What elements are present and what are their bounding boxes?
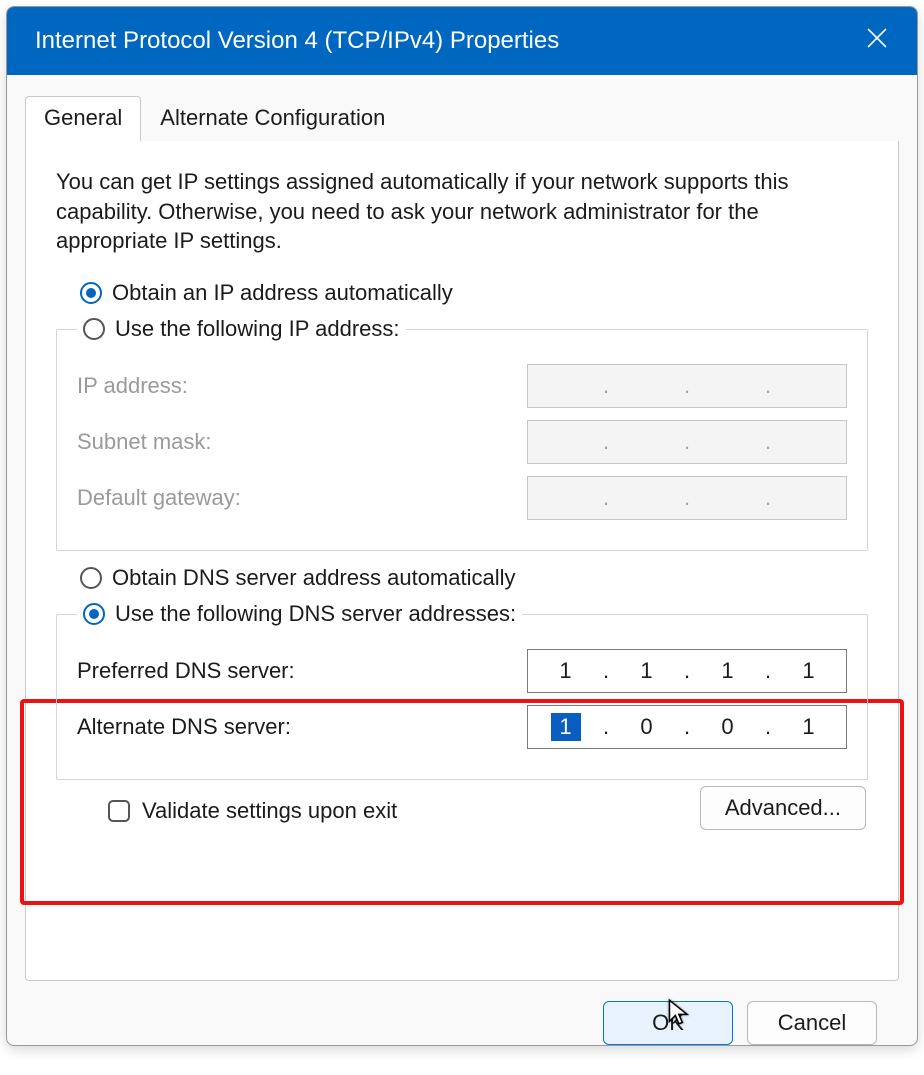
tab-alternate-configuration[interactable]: Alternate Configuration	[141, 96, 404, 141]
use-ip-group: Use the following IP address: IP address…	[56, 316, 868, 551]
preferred-dns-label: Preferred DNS server:	[77, 658, 295, 684]
obtain-dns-auto-radio[interactable]: Obtain DNS server address automatically	[80, 565, 868, 591]
ok-button[interactable]: OK	[603, 1001, 733, 1045]
checkbox-icon	[108, 800, 130, 822]
ip-address-input: . . .	[527, 364, 847, 408]
ip-address-label: IP address:	[77, 373, 188, 399]
default-gateway-label: Default gateway:	[77, 485, 241, 511]
alternate-dns-label: Alternate DNS server:	[77, 714, 291, 740]
radio-icon	[83, 603, 105, 625]
use-ip-label: Use the following IP address:	[115, 316, 400, 342]
close-icon[interactable]	[865, 26, 889, 56]
use-dns-radio[interactable]: Use the following DNS server addresses:	[77, 601, 522, 627]
use-ip-radio[interactable]: Use the following IP address:	[77, 316, 406, 342]
tab-strip: General Alternate Configuration	[25, 95, 899, 141]
dialog-footer: OK Cancel	[25, 981, 899, 1045]
alternate-dns-input[interactable]: 1. 0. 0. 1	[527, 705, 847, 749]
validate-settings-label: Validate settings upon exit	[142, 798, 397, 824]
radio-icon	[83, 318, 105, 340]
obtain-ip-auto-radio[interactable]: Obtain an IP address automatically	[80, 280, 868, 306]
obtain-ip-auto-label: Obtain an IP address automatically	[112, 280, 453, 306]
subnet-mask-label: Subnet mask:	[77, 429, 212, 455]
window-title: Internet Protocol Version 4 (TCP/IPv4) P…	[35, 27, 559, 55]
use-dns-group: Use the following DNS server addresses: …	[56, 601, 868, 780]
tab-general[interactable]: General	[25, 96, 141, 142]
default-gateway-input: . . .	[527, 476, 847, 520]
radio-icon	[80, 282, 102, 304]
ipv4-properties-dialog: Internet Protocol Version 4 (TCP/IPv4) P…	[6, 6, 918, 1046]
use-dns-label: Use the following DNS server addresses:	[115, 601, 516, 627]
preferred-dns-input[interactable]: 1. 1. 1. 1	[527, 649, 847, 693]
titlebar: Internet Protocol Version 4 (TCP/IPv4) P…	[7, 7, 917, 75]
tab-panel-general: You can get IP settings assigned automat…	[25, 141, 899, 981]
obtain-dns-auto-label: Obtain DNS server address automatically	[112, 565, 516, 591]
radio-icon	[80, 567, 102, 589]
cancel-button[interactable]: Cancel	[747, 1001, 877, 1045]
subnet-mask-input: . . .	[527, 420, 847, 464]
advanced-button[interactable]: Advanced...	[700, 786, 866, 830]
description-text: You can get IP settings assigned automat…	[56, 167, 868, 256]
